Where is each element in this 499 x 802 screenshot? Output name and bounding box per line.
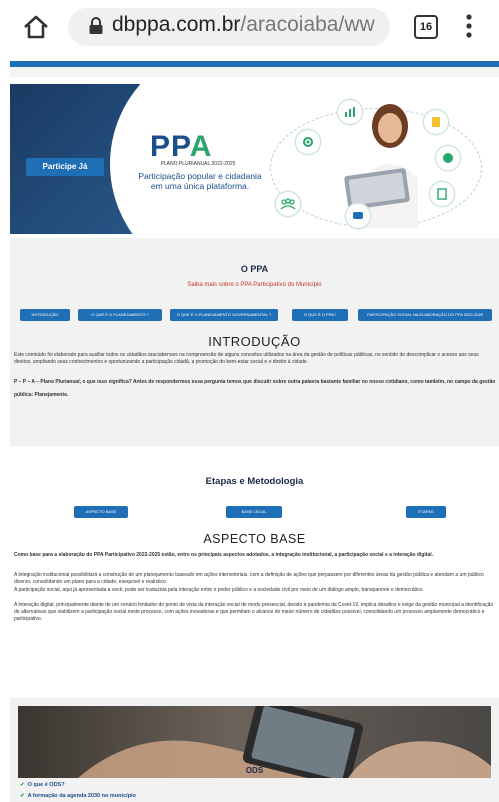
lock-icon [89, 17, 103, 34]
browser-toolbar: dbppa.com.br/aracoiaba/ww 16 [0, 0, 499, 54]
ppa-section: O PPA Saiba mais sobre o PPA Participati… [10, 238, 499, 446]
participacao-social-paragraph: A participação social, aqui já apresenta… [14, 587, 424, 593]
ods-link-o-que-e[interactable]: ✔ O que é ODS? [20, 782, 65, 788]
ods-section-title: ODS [245, 766, 264, 775]
tab-base-legal[interactable]: BASE LEGAL [226, 506, 282, 518]
etapas-section-title: Etapas e Metodologia [205, 476, 304, 487]
ppa-logo-accent: A [189, 130, 213, 163]
check-icon: ✔ [20, 782, 25, 788]
check-icon: ✔ [20, 793, 25, 799]
hero-tagline: Participação popular e cidadania em uma … [138, 171, 262, 191]
url-path: /aracoiaba/ww [240, 13, 375, 36]
integracao-institucional-paragraph: A integração institucional possibilitará… [14, 572, 484, 585]
tab-introducao[interactable]: INTRODUÇÃO [20, 309, 70, 321]
ppa-section-subtitle: Saiba mais sobre o PPA Participativo do … [187, 282, 322, 288]
tab-participacao-social[interactable]: PARTICIPAÇÃO SOCIAL NA ELABORAÇÃO DO PPA… [358, 309, 492, 321]
ppa-logo: PPA [150, 130, 212, 164]
site-header-strip [10, 67, 499, 77]
url-host: dbppa.com.br [112, 13, 241, 36]
ppa-question-paragraph: P – P – A – Plano Plurianual, o que isso… [14, 379, 496, 398]
ods-section: ODS ✔ O que é ODS? ✔ A formação da agenda … [10, 698, 499, 802]
home-icon[interactable] [22, 14, 50, 40]
hero-banner: Participe Já PPA PLANO PLURIANUAL 2022-2… [10, 84, 499, 234]
ppa-logo-main: PP [150, 130, 190, 163]
chart-icon [338, 100, 362, 124]
ppa-logo-subtitle: PLANO PLURIANUAL 2022-2025 [160, 161, 236, 167]
tab-planejamento-governamental[interactable]: O QUE É O PLANEJAMENTO GOVERNAMENTAL ? [170, 309, 278, 321]
tab-o-que-e-ppa[interactable]: O QUE É O PPA? [292, 309, 348, 321]
tab-aspecto-base[interactable]: ASPECTO BASE [74, 506, 128, 518]
ods-link-label: O que é ODS? [27, 782, 65, 788]
ppa-section-title: O PPA [240, 264, 269, 274]
participate-button[interactable]: Participe Já [26, 158, 104, 176]
introducao-paragraph: Este conteúdo foi elaborado para auxilia… [14, 352, 479, 365]
report-icon [430, 182, 454, 206]
globe-icon [436, 146, 460, 170]
chat-icon [346, 204, 370, 228]
ods-link-label: A formação da agenda 2030 no município [27, 793, 136, 799]
ods-link-agenda-2030[interactable]: ✔ A formação da agenda 2030 no município [20, 793, 136, 799]
people-group-icon [276, 192, 300, 216]
tab-etapas[interactable]: ETAPAS [406, 506, 446, 518]
url-text[interactable]: dbppa.com.br/aracoiaba/ww [112, 13, 384, 37]
aspecto-base-intro: Como base para a elaboração do PPA Parti… [14, 552, 434, 558]
etapas-section: Etapas e Metodologia ASPECTO BASE BASE L… [10, 454, 499, 666]
interacao-digital-paragraph: A interação digital, principalmente dian… [14, 602, 494, 622]
tab-switcher-button[interactable]: 16 [414, 15, 438, 39]
tab-o-que-e-planejamento[interactable]: O QUE É O PLANEJAMENTO ? [78, 309, 162, 321]
kebab-menu-icon[interactable] [466, 13, 472, 39]
document-icon [424, 110, 448, 134]
introducao-heading: INTRODUÇÃO [208, 334, 301, 349]
aspecto-base-heading: ASPECTO BASE [203, 532, 306, 546]
gear-icon [296, 130, 320, 154]
